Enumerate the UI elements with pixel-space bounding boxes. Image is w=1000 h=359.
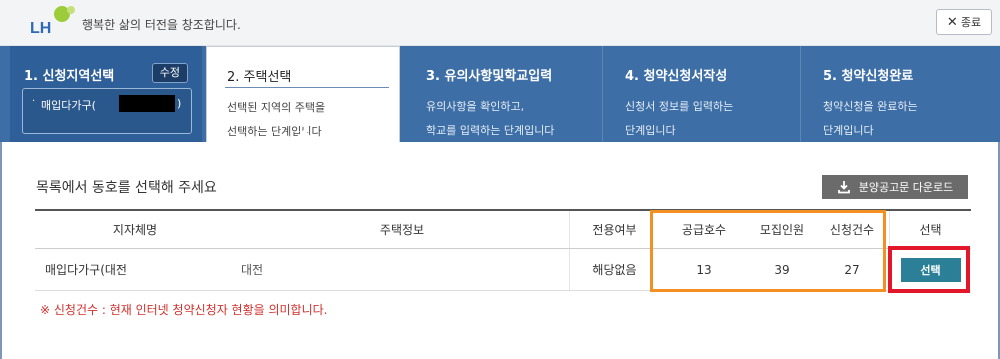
cell-select: 선택 [889, 249, 971, 290]
cell-applications: 27 [844, 262, 860, 277]
cell-house-info: 대전 [241, 263, 264, 277]
column-header-exclusive: 전용여부 [569, 211, 659, 248]
page: LH 행복한 삶의 터전을 창조합니다. ✕ 종료 1. 신청지역선택 수정 ·… [0, 0, 1000, 359]
table-header: 지자체명 주택정보 전용여부 공급호수 모집인원 신청건수 선택 [35, 211, 971, 249]
step-5-title: 5. 청약신청완료 [823, 69, 914, 84]
download-icon [837, 181, 850, 194]
edit-button[interactable]: 수정 [151, 63, 188, 83]
step-1-region-select: 1. 신청지역선택 수정 · 매입다가구( ) [10, 46, 202, 142]
step-4-desc-line1: 신청서 정보를 입력하는 [625, 100, 734, 113]
step-progress: 1. 신청지역선택 수정 · 매입다가구( ) 2. 주택선택 선택된 지역의 … [0, 46, 1000, 161]
slogan-text: 행복한 삶의 터전을 창조합니다. [82, 18, 241, 32]
step-4-application-form: 4. 청약신청서작성 신청서 정보를 입력하는 단계입니다 [602, 46, 798, 142]
section-title: 목록에서 동호를 선택해 주세요 [36, 180, 217, 196]
select-button[interactable]: 선택 [900, 257, 961, 282]
house-table: 지자체명 주택정보 전용여부 공급호수 모집인원 신청건수 선택 매입다가구(대… [35, 209, 971, 291]
step-2-desc-line1: 선택된 지역의 주택을 [227, 101, 326, 114]
cell-supply: 13 [696, 262, 712, 277]
column-header-region: 지자체명 [112, 223, 158, 237]
table-row: 매입다가구(대전 대전 해당없음 13 39 27 선택 [35, 249, 971, 291]
lh-logo: LH [30, 6, 75, 37]
close-button[interactable]: ✕ 종료 [936, 9, 992, 35]
step-5-desc-line1: 청약신청을 완료하는 [823, 100, 918, 113]
step-4-title: 4. 청약신청서작성 [625, 69, 728, 84]
column-header-supply: 공급호수 [681, 223, 727, 237]
column-header-house-info: 주택정보 [379, 223, 425, 237]
step-2-underline [225, 87, 389, 88]
step-2-house-select: 2. 주택선택 선택된 지역의 주택을 선택하는 단계입니다 [206, 46, 400, 161]
top-bar: LH 행복한 삶의 터전을 창조합니다. ✕ 종료 [0, 0, 1000, 46]
step-4-desc: 신청서 정보를 입력하는 단계입니다 [625, 95, 733, 143]
step-4-desc-line2: 단계입니다 [625, 124, 676, 137]
step-3-desc-line1: 유의사항을 확인하고, [426, 100, 525, 113]
step-2-title: 2. 주택선택 [227, 70, 292, 85]
cell-region: 매입다가구(대전 [45, 263, 127, 277]
close-icon: ✕ [946, 14, 958, 30]
cell-exclusive: 해당없음 [569, 249, 659, 290]
content-panel: 목록에서 동호를 선택해 주세요 분양공고문 다운로드 지자체명 주택정보 전용… [0, 142, 1000, 359]
step-3-desc: 유의사항을 확인하고, 학교를 입력하는 단계입니다 [426, 95, 554, 143]
step-5-desc: 청약신청을 완료하는 단계입니다 [823, 95, 918, 143]
selected-region-suffix: ) [177, 97, 182, 110]
step-1-title: 1. 신청지역선택 [24, 69, 115, 84]
selected-region-label: 매입다가구( [41, 99, 96, 112]
step-5-complete: 5. 청약신청완료 청약신청을 완료하는 단계입니다 [800, 46, 1000, 142]
applications-note: ※ 신청건수 : 현재 인터넷 청약신청자 현황을 의미합니다. [40, 303, 328, 317]
svg-text:LH: LH [30, 20, 51, 37]
step-3-desc-line2: 학교를 입력하는 단계입니다 [426, 124, 555, 137]
selected-region-box: · 매입다가구( ) [22, 88, 192, 134]
announcement-download-button[interactable]: 분양공고문 다운로드 [822, 175, 968, 199]
bullet-icon: · [32, 96, 36, 107]
download-label: 분양공고문 다운로드 [858, 181, 954, 194]
step-5-desc-line2: 단계입니다 [823, 124, 874, 137]
redacted-region [119, 95, 175, 112]
column-header-select: 선택 [889, 211, 971, 248]
close-label: 종료 [960, 16, 982, 29]
step-3-title: 3. 유의사항및학교입력 [426, 69, 553, 84]
column-header-recruit: 모집인원 [759, 223, 805, 237]
column-header-applications: 신청건수 [829, 223, 875, 237]
step-3-notice-school: 3. 유의사항및학교입력 유의사항을 확인하고, 학교를 입력하는 단계입니다 [404, 46, 600, 142]
cell-recruit: 39 [774, 262, 790, 277]
